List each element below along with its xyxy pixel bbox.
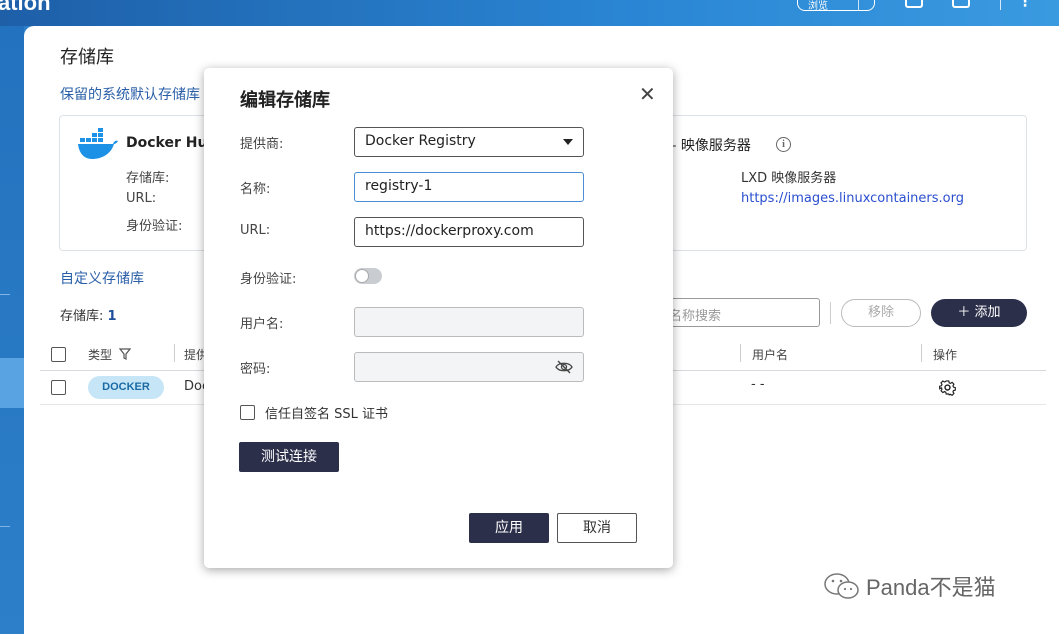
lxd-url-link[interactable]: https://images.linuxcontainers.org [741, 191, 964, 206]
apply-button[interactable]: 应用 [469, 513, 549, 543]
add-button[interactable]: ＋ 添加 [931, 299, 1027, 327]
cancel-button[interactable]: 取消 [557, 513, 637, 543]
dialog-title: 编辑存储库 [240, 90, 330, 111]
chevron-down-icon [563, 139, 573, 145]
task-icon[interactable] [905, 0, 923, 8]
sidebar [0, 26, 24, 634]
provider-label: 提供商: [240, 137, 284, 152]
wechat-icon [824, 573, 859, 599]
trust-ssl-checkbox[interactable] [240, 405, 255, 420]
docker-auth-field: 身份验证: [126, 219, 183, 234]
username-input[interactable] [354, 307, 584, 337]
lxd-name: LXD 映像服务器 [741, 171, 837, 186]
toolbar-divider [830, 302, 831, 324]
eye-off-icon[interactable] [555, 360, 573, 374]
watermark: Panda不是猫 [822, 570, 996, 602]
page-title: 存储库 [60, 47, 114, 68]
auth-label: 身份验证: [240, 272, 297, 287]
custom-repos-label: 自定义存储库 [60, 271, 144, 287]
app-header: ation 浏览 ⋮ [0, 0, 1059, 26]
sidebar-item-selected[interactable] [0, 358, 24, 408]
more-options-icon[interactable]: ⋮ [1018, 0, 1032, 10]
name-label: 名称: [240, 182, 271, 197]
docker-icon [78, 128, 118, 159]
trust-ssl-label: 信任自签名 SSL 证书 [265, 407, 389, 422]
type-badge: DOCKER [88, 376, 164, 399]
col-actions: 操作 [933, 348, 958, 362]
column-separator [740, 344, 741, 362]
header-divider [1000, 0, 1001, 10]
password-label: 密码: [240, 362, 271, 377]
remove-button[interactable]: 移除 [841, 299, 921, 327]
docker-repo-field: 存储库: [126, 171, 170, 186]
docker-url-field: URL: [126, 191, 157, 206]
url-label: URL: [240, 223, 271, 238]
password-input[interactable] [354, 352, 584, 382]
col-username: 用户名 [752, 348, 789, 362]
name-input[interactable]: registry-1 [354, 172, 584, 202]
close-icon[interactable]: ✕ [639, 82, 656, 106]
provider-select[interactable]: Docker Registry [354, 127, 584, 157]
filter-icon[interactable] [119, 348, 131, 360]
row-checkbox[interactable] [51, 380, 66, 395]
gear-icon[interactable] [939, 379, 956, 396]
col-type: 类型 [88, 348, 113, 362]
column-separator [921, 344, 922, 362]
row-username: - - [751, 377, 765, 392]
repo-count: 存储库: 1 [60, 309, 117, 324]
url-input[interactable]: https://dockerproxy.com [354, 217, 584, 247]
select-all-checkbox[interactable] [51, 347, 66, 362]
sidebar-divider [0, 294, 10, 295]
username-label: 用户名: [240, 317, 284, 332]
app-title: ation [0, 0, 51, 15]
reserved-repos-label: 保留的系统默认存储库 [60, 87, 200, 103]
column-separator [174, 344, 175, 362]
sidebar-divider [0, 526, 10, 527]
test-connection-button[interactable]: 测试连接 [239, 442, 339, 472]
auth-toggle[interactable] [354, 268, 382, 284]
top-browse-button[interactable]: 浏览 [797, 0, 875, 11]
notification-icon[interactable] [952, 0, 970, 8]
info-icon[interactable]: i [776, 137, 791, 152]
